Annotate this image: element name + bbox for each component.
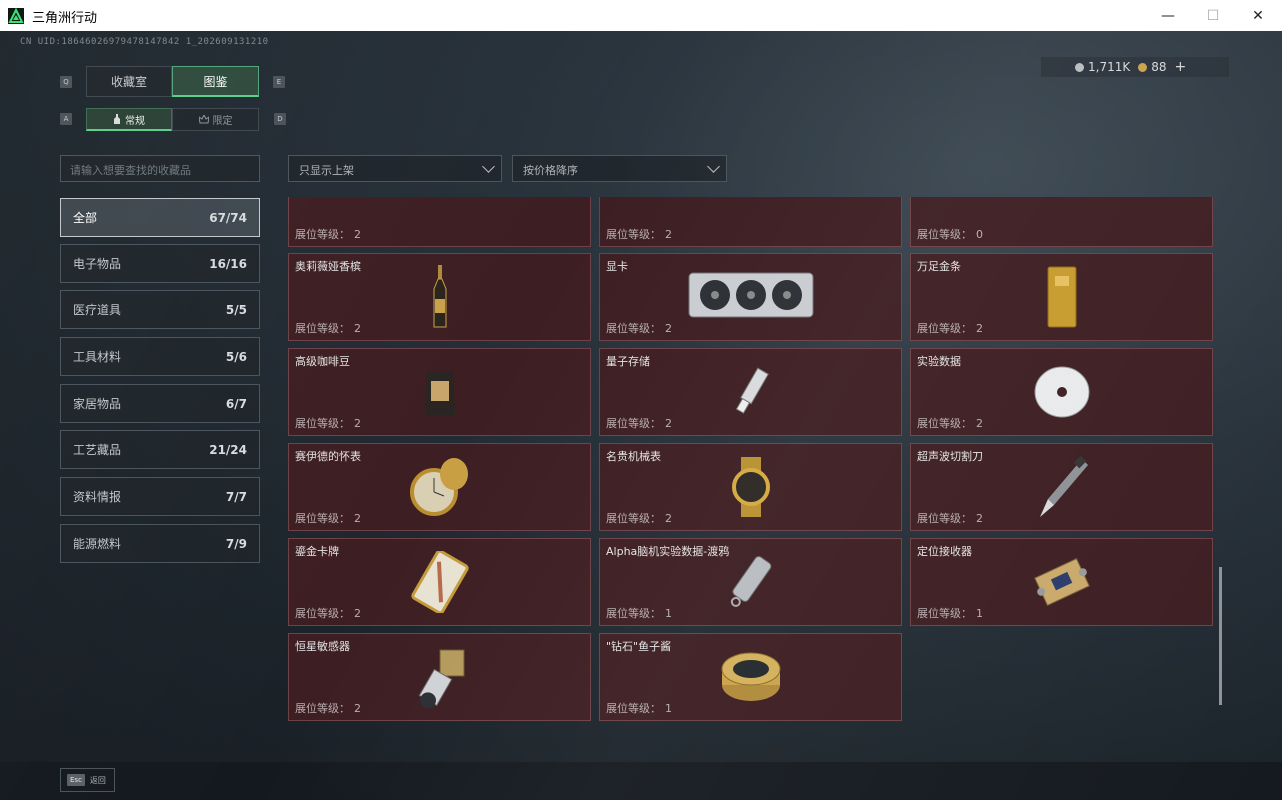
item-card[interactable]: 赛伊德的怀表 展位等级： 2 (288, 443, 591, 531)
window-titlebar: 三角洲行动 — ☐ ✕ (0, 0, 1282, 32)
item-card[interactable]: 定位接收器 展位等级： 1 (910, 538, 1213, 626)
silver-coin-icon (1075, 63, 1084, 72)
item-card[interactable]: 展位等级： 2 (599, 197, 902, 247)
game-viewport: CN UID:18646026979478147842 1_2026091312… (0, 31, 1282, 800)
crown-icon (198, 115, 209, 124)
gold-coin-icon (1138, 63, 1148, 72)
wristwatch-icon (731, 457, 770, 517)
item-level: 展位等级： 2 (295, 702, 361, 715)
key-hint-q: Q (60, 76, 72, 88)
grid-scrollbar[interactable] (1219, 567, 1222, 705)
tab-catalog[interactable]: 图鉴 (172, 66, 259, 97)
key-hint-e: E (273, 76, 285, 88)
item-card[interactable]: 展位等级： 2 (288, 197, 591, 247)
search-input[interactable]: 请输入想要查找的收藏品 (60, 155, 260, 182)
item-card[interactable]: Alpha脑机实验数据-渡鸦 展位等级： 1 (599, 538, 902, 626)
circuit-case-icon (395, 197, 485, 200)
category-tools[interactable]: 工具材料 5/6 (60, 337, 260, 376)
item-card[interactable]: 展位等级： 0 (910, 197, 1213, 247)
cutter-icon (1039, 455, 1088, 517)
esc-key-hint: Esc (67, 774, 85, 786)
category-household[interactable]: 家居物品 6/7 (60, 384, 260, 423)
category-crafts[interactable]: 工艺藏品 21/24 (60, 430, 260, 469)
item-level: 展位等级： 2 (606, 228, 672, 241)
item-card[interactable]: 超声波切割刀 展位等级： 2 (910, 443, 1213, 531)
item-level: 展位等级： 2 (917, 322, 983, 335)
add-currency-button[interactable]: + (1175, 59, 1187, 75)
item-level: 展位等级： 2 (606, 417, 672, 430)
item-card[interactable]: 鎏金卡牌 展位等级： 2 (288, 538, 591, 626)
item-card[interactable]: "钻石"鱼子酱 展位等级： 1 (599, 633, 902, 721)
item-level: 展位等级： 2 (295, 322, 361, 335)
coffee-bag-icon (424, 371, 455, 415)
category-electronics[interactable]: 电子物品 16/16 (60, 244, 260, 283)
star-sensor-icon (418, 649, 464, 708)
item-card[interactable]: 恒星敏感器 展位等级： 2 (288, 633, 591, 721)
item-card[interactable]: 实验数据 展位等级： 2 (910, 348, 1213, 436)
usb-drive-icon (735, 367, 769, 414)
item-card[interactable]: 名贵机械表 展位等级： 2 (599, 443, 902, 531)
minimize-button[interactable]: — (1145, 0, 1191, 31)
item-level: 展位等级： 2 (295, 417, 361, 430)
item-level: 展位等级： 2 (606, 512, 672, 525)
graphics-card-icon (688, 272, 813, 318)
pocket-watch-icon (409, 458, 468, 516)
chevron-down-icon (482, 160, 495, 173)
maximize-button[interactable]: ☐ (1190, 0, 1236, 31)
bottom-bar (0, 762, 1282, 800)
gold-bar-icon (1047, 266, 1076, 328)
collection-grid: 展位等级： 2 展位等级： 2 展位等级： 0 奥莉薇娅香槟 展位等级： 2 显… (288, 197, 1214, 721)
app-logo-icon (8, 8, 24, 24)
shelf-filter-dropdown[interactable]: 只显示上架 (288, 155, 502, 182)
item-card[interactable]: 奥莉薇娅香槟 展位等级： 2 (288, 253, 591, 341)
item-level: 展位等级： 2 (295, 512, 361, 525)
key-hint-d: D (274, 113, 286, 125)
item-card[interactable]: 高级咖啡豆 展位等级： 2 (288, 348, 591, 436)
item-level: 展位等级： 1 (606, 702, 672, 715)
receiver-icon (1033, 558, 1090, 606)
silver-currency: 1,711K (1075, 60, 1130, 74)
item-level: 展位等级： 0 (917, 228, 983, 241)
item-card[interactable]: 量子存储 展位等级： 2 (599, 348, 902, 436)
gold-currency: 88 (1138, 60, 1167, 74)
item-level: 展位等级： 2 (606, 322, 672, 335)
window-title: 三角洲行动 (32, 11, 98, 26)
player-uid: CN UID:18646026979478147842 1_2026091312… (20, 37, 269, 47)
item-level: 展位等级： 2 (917, 417, 983, 430)
bottle-icon (114, 114, 120, 124)
currency-bar: 1,711K 88 + (1041, 57, 1229, 77)
item-level: 展位等级： 1 (606, 607, 672, 620)
champagne-icon (433, 265, 446, 328)
caviar-tin-icon (721, 652, 780, 701)
category-energy[interactable]: 能源燃料 7/9 (60, 524, 260, 563)
item-level: 展位等级： 2 (917, 512, 983, 525)
tab-collection-room[interactable]: 收藏室 (86, 66, 172, 97)
subtab-regular[interactable]: 常规 (86, 108, 172, 131)
sort-dropdown[interactable]: 按价格降序 (512, 155, 727, 182)
item-level: 展位等级： 2 (295, 607, 361, 620)
key-hint-a: A (60, 113, 72, 125)
disc-icon (1034, 366, 1089, 418)
gold-card-icon (410, 551, 469, 613)
back-button[interactable]: Esc 返回 (60, 768, 115, 792)
data-cylinder-icon (730, 556, 771, 607)
close-button[interactable]: ✕ (1235, 0, 1281, 31)
item-level: 展位等级： 2 (295, 228, 361, 241)
item-level: 展位等级： 1 (917, 607, 983, 620)
subtab-limited[interactable]: 限定 (172, 108, 259, 131)
category-medical[interactable]: 医疗道具 5/5 (60, 290, 260, 329)
item-card[interactable]: 显卡 展位等级： 2 (599, 253, 902, 341)
chevron-down-icon (707, 160, 720, 173)
item-card[interactable]: 万足金条 展位等级： 2 (910, 253, 1213, 341)
category-intel[interactable]: 资料情报 7/7 (60, 477, 260, 516)
category-all[interactable]: 全部 67/74 (60, 198, 260, 237)
